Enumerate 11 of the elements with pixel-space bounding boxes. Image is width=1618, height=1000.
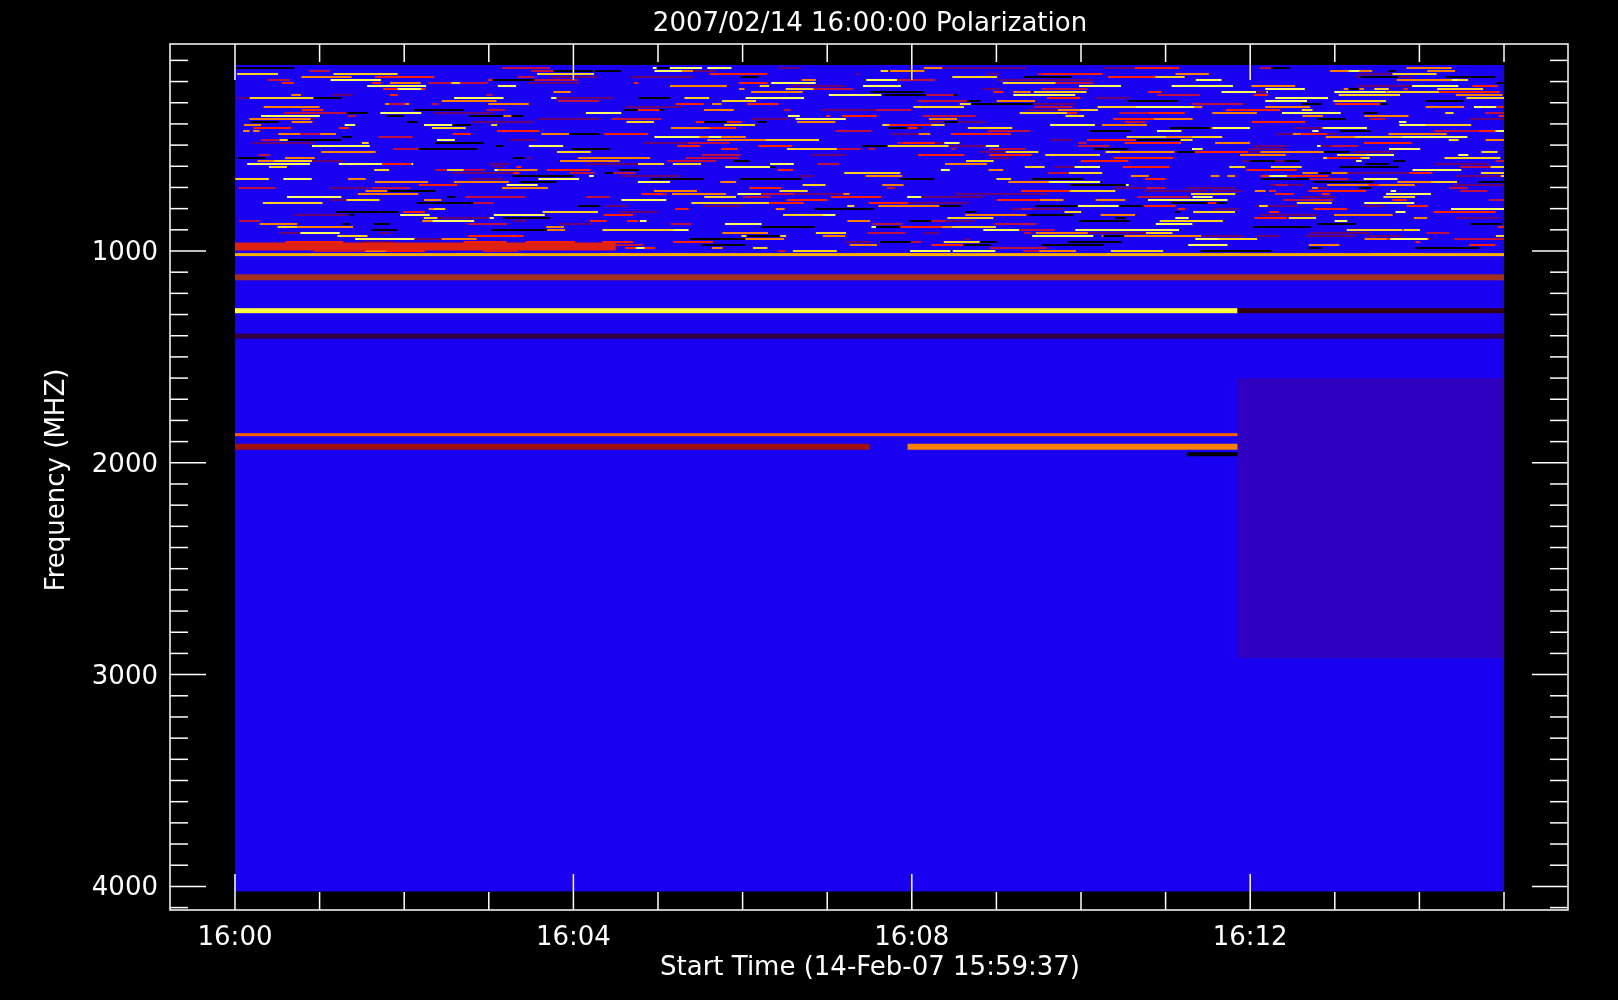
y-tick-label: 4000: [91, 871, 158, 902]
chart-title: 2007/02/14 16:00:00 Polarization: [652, 7, 1088, 37]
x-tick-label: 16:08: [874, 921, 950, 951]
x-tick-label: 16:00: [197, 921, 273, 951]
y-tick-label: 2000: [91, 447, 158, 478]
x-tick-label: 16:12: [1212, 921, 1288, 951]
x-tick-label: 16:04: [535, 921, 611, 951]
y-axis-title: Frequency (MHZ): [40, 368, 70, 592]
y-tick-label: 3000: [91, 659, 158, 690]
x-axis-title: Start Time (14-Feb-07 15:59:37): [660, 951, 1080, 981]
y-tick-label: 1000: [91, 236, 158, 266]
